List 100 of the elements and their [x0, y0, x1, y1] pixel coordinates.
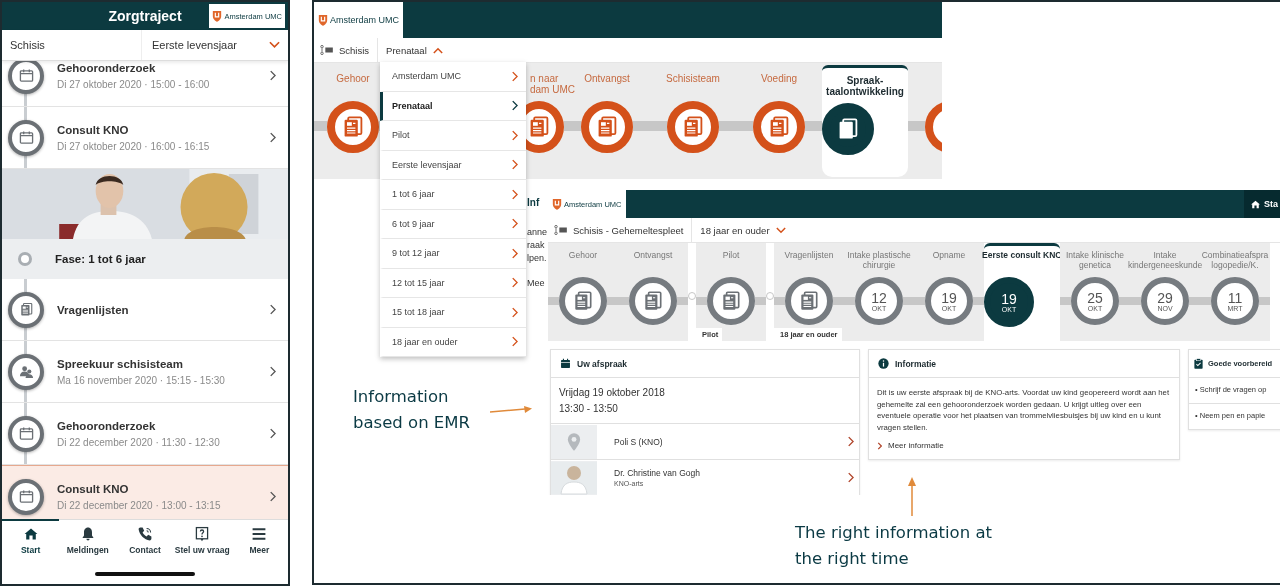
- chevron-right-icon: [511, 277, 518, 289]
- arrow: [907, 477, 917, 517]
- timeline-node-icon: [18, 252, 32, 266]
- item-date: Di 22 december 2020 · 13:00 - 13:15: [57, 499, 222, 511]
- chevron-right-icon: [847, 472, 854, 483]
- track-selector[interactable]: Schisis: [314, 38, 379, 62]
- annotation-text: Information based on EMR: [353, 386, 470, 434]
- section-title: Inf: [527, 196, 541, 209]
- item-date: Di 27 oktober 2020 · 15:00 - 16:00: [57, 78, 211, 90]
- chevron-right-icon: [511, 159, 518, 171]
- item-date: Di 22 december 2020 · 11:30 - 12:30: [57, 436, 221, 448]
- phase-dropdown[interactable]: Eerste levensjaar: [142, 30, 288, 60]
- phase-dropdown[interactable]: Prenataal: [378, 38, 451, 62]
- timeline-item[interactable]: Spreekuur schisisteam Ma 16 november 2020 · 15:15 - 15:30: [2, 341, 288, 403]
- stage-label: Spraak- taalontwikkeling: [826, 75, 904, 99]
- menu-item[interactable]: Prenataal: [380, 91, 526, 121]
- calendar-icon: [560, 358, 571, 369]
- timeline-connector: [696, 297, 707, 305]
- tab-button[interactable]: Start: [2, 519, 60, 566]
- chevron-right-icon: [511, 129, 518, 141]
- menu-item[interactable]: 6 tot 9 jaar: [380, 209, 526, 239]
- document-icon: [720, 290, 742, 312]
- card-title: Uw afspraak: [577, 358, 628, 369]
- stage-label: Intake klinische genetica: [1064, 251, 1126, 272]
- stage-label: n naar dam UMC: [530, 73, 575, 97]
- route-icon: [554, 225, 568, 235]
- timeline-connector: [973, 297, 984, 305]
- chevron-right-icon: [511, 306, 518, 318]
- timeline-connector: [633, 121, 650, 131]
- stage-label: Voeding: [760, 73, 798, 86]
- tab-button[interactable]: Meer: [230, 519, 288, 566]
- location-pin-icon: [567, 431, 581, 452]
- timeline-connector: [736, 121, 753, 131]
- info-icon: [878, 358, 889, 369]
- chevron-right-icon: [511, 218, 518, 230]
- location-row[interactable]: Poli S (KNO): [551, 424, 859, 460]
- selected-stage-card[interactable]: Spraak- taalontwikkeling: [822, 65, 908, 177]
- appointment-date: Vrijdag 19 oktober 2018: [559, 387, 666, 398]
- tab-button[interactable]: Meldingen: [59, 519, 117, 566]
- home-icon: [1250, 198, 1261, 210]
- stage-button[interactable]: [822, 103, 874, 155]
- item-title: Vragenlijsten: [57, 303, 130, 316]
- document-icon: [798, 290, 820, 312]
- more-info-link[interactable]: Meer informatie: [869, 439, 1179, 459]
- menu-item[interactable]: Amsterdam UMC: [380, 62, 526, 92]
- timeline-item[interactable]: Gehooronderzoek Di 27 oktober 2020 · 15:00 - 16:00: [2, 61, 288, 107]
- phone-icon: [137, 526, 153, 542]
- stage-label: Pilot: [722, 251, 740, 262]
- timeline-item[interactable]: Consult KNO Di 22 december 2020 · 13:00 - 13:15: [2, 465, 288, 519]
- stage-label: Ontvangst: [584, 73, 630, 86]
- menu-item[interactable]: Eerste levensjaar: [380, 150, 526, 180]
- timeline-connector: [650, 121, 667, 131]
- item-title: Gehooronderzoek: [57, 61, 157, 74]
- text-fragment: raak: [527, 239, 546, 252]
- item-title: Gehooronderzoek: [57, 419, 157, 432]
- menu-item[interactable]: 12 tot 15 jaar: [380, 268, 526, 298]
- track-selector[interactable]: Schisis: [2, 30, 142, 60]
- chevron-down-icon: [269, 41, 280, 49]
- home-button[interactable]: Sta: [1244, 190, 1280, 218]
- chevron-right-icon: [511, 336, 518, 348]
- shield-icon: [212, 10, 223, 22]
- calendar-icon: [18, 489, 34, 504]
- stage-label: Schisisteam: [666, 73, 720, 86]
- chevron-right-icon: [877, 441, 882, 450]
- track-selector[interactable]: Schisis - Gehemeltespleet: [548, 218, 693, 242]
- logo: Amsterdam UMC: [314, 2, 403, 38]
- chevron-right-icon: [511, 247, 518, 259]
- item-date: Ma 16 november 2020 · 15:15 - 15:30: [57, 374, 226, 386]
- item-title: Consult KNO: [57, 123, 130, 136]
- stage-label: Opname: [932, 251, 966, 262]
- timeline-connector: [1060, 297, 1071, 305]
- menu-item[interactable]: 9 tot 12 jaar: [380, 239, 526, 269]
- chevron-right-icon: [269, 70, 276, 81]
- timeline-connector: [774, 297, 785, 305]
- tab-button[interactable]: Contact: [116, 519, 174, 566]
- timeline-connector: [719, 121, 736, 131]
- menu-item[interactable]: 18 jaar en ouder: [380, 327, 526, 357]
- document-icon: [18, 302, 34, 317]
- chevron-right-icon: [511, 188, 518, 200]
- card-title: Informatie: [895, 358, 937, 369]
- menu-item[interactable]: 15 tot 18 jaar: [380, 298, 526, 328]
- chevron-right-icon: [269, 428, 276, 439]
- phase-dropdown[interactable]: 18 jaar en ouder: [692, 218, 794, 242]
- tab-button[interactable]: Stel uw vraag: [173, 519, 231, 566]
- menu-item[interactable]: 1 tot 6 jaar: [380, 180, 526, 210]
- timeline-item[interactable]: Vragenlijsten: [2, 279, 288, 341]
- timeline-connector: [677, 297, 688, 305]
- question-mark-icon: [194, 526, 211, 542]
- chevron-right-icon: [511, 70, 518, 82]
- location-name: Poli S (KNO): [613, 436, 664, 447]
- shield-icon: [552, 198, 562, 210]
- arrow: [489, 405, 533, 415]
- chevron-right-icon: [269, 366, 276, 377]
- shield-icon: [318, 14, 328, 26]
- chevron-right-icon: [269, 132, 276, 143]
- timeline-connector: [755, 297, 766, 305]
- link[interactable]: Mee: [527, 277, 549, 290]
- chevron-right-icon: [269, 491, 276, 502]
- menu-item[interactable]: Pilot: [380, 121, 526, 151]
- chevron-right-icon: [269, 304, 276, 315]
